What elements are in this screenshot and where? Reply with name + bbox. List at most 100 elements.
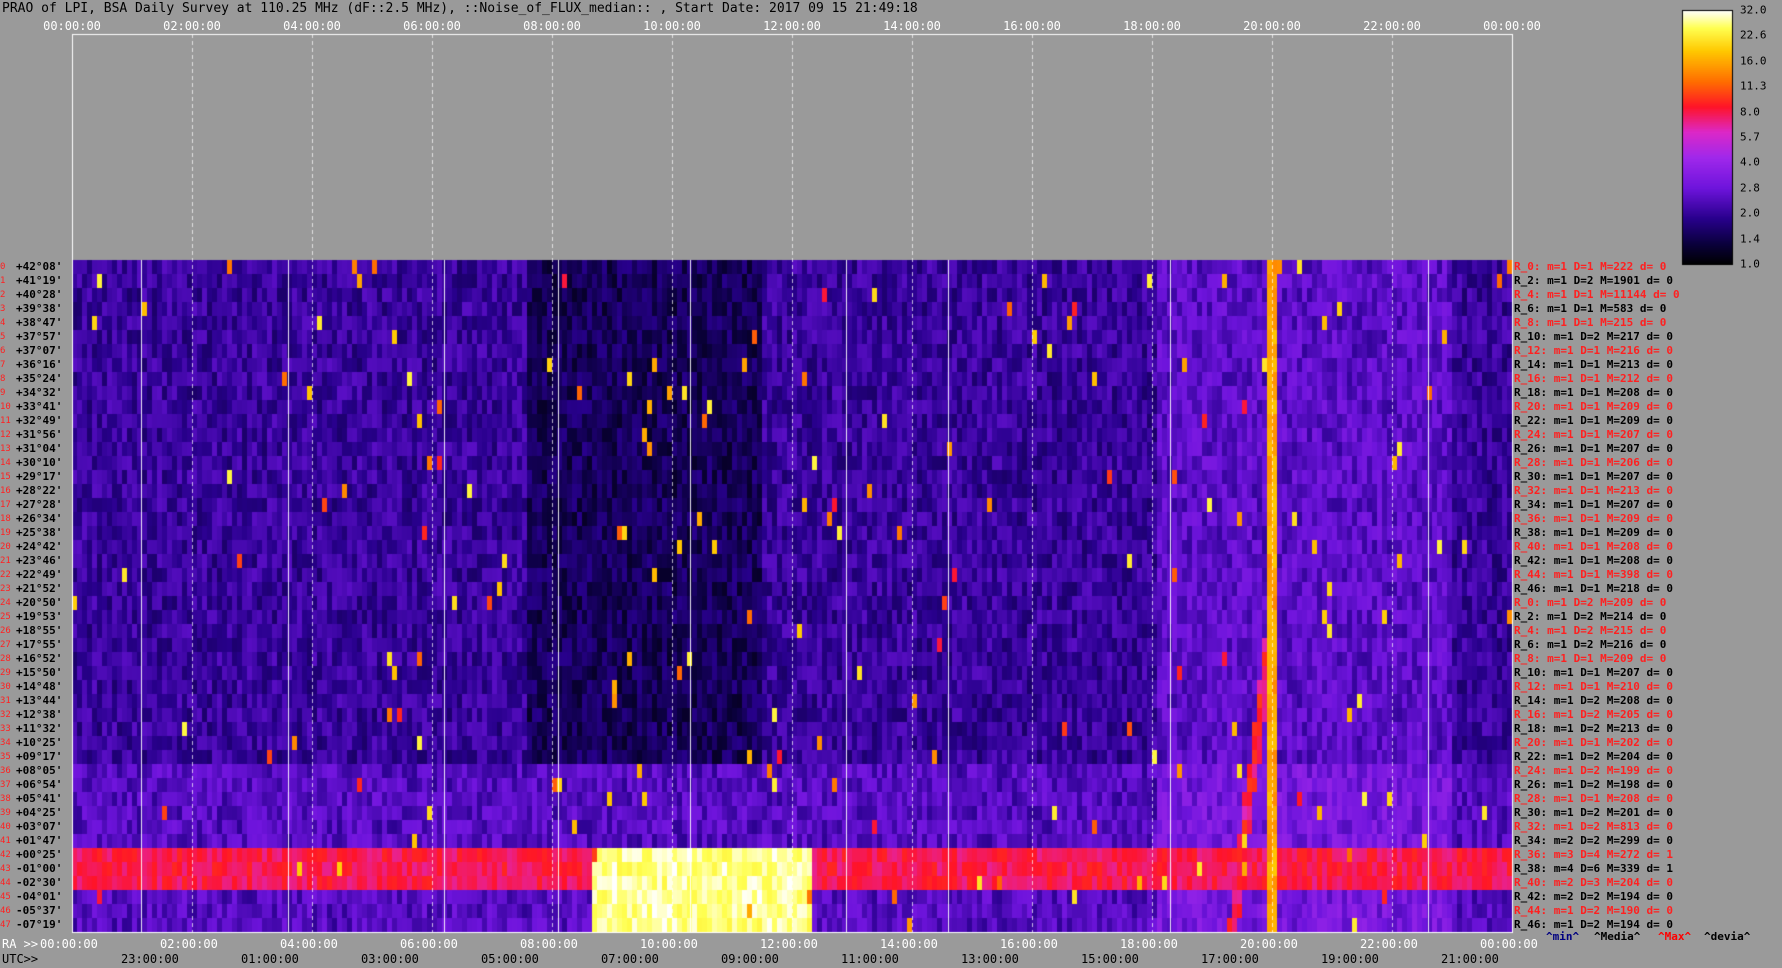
top-axis-tick: 14:00:00 [883,19,941,33]
declination-label: +31°04' [16,442,63,455]
declination-label: +29°17' [16,470,63,483]
row-index-label: 1 [0,276,6,286]
row-stat: R_24: m=1 D=2 M=199 d= 0 [1514,764,1673,777]
top-axis-tick: 22:00:00 [1363,19,1421,33]
top-axis-tick: 16:00:00 [1003,19,1061,33]
row-stat: R_4: m=1 D=2 M=215 d= 0 [1514,624,1667,637]
declination-label: +39°38' [16,302,63,315]
top-axis-tick: 06:00:00 [403,19,461,33]
top-axis-tick: 00:00:00 [43,19,101,33]
row-index-label: 6 [0,346,6,356]
declination-label: +35°24' [16,372,63,385]
legend-max: ^Max^ [1658,930,1692,943]
utc-tick: 05:00:00 [481,952,539,966]
row-index-label: 14 [0,458,11,468]
declination-label: +30°10' [16,456,63,469]
declination-label: +06°54' [16,778,63,791]
row-index-label: 37 [0,780,11,790]
ra-tick: 20:00:00 [1240,937,1298,951]
row-stat: R_20: m=1 D=1 M=209 d= 0 [1514,400,1673,413]
declination-label: +27°28' [16,498,63,511]
row-index-label: 28 [0,654,11,664]
row-stat: R_28: m=1 D=1 M=208 d= 0 [1514,792,1673,805]
ra-tick: 02:00:00 [160,937,218,951]
ra-tick: 22:00:00 [1360,937,1418,951]
ra-tick: 12:00:00 [760,937,818,951]
top-axis-tick: 00:00:00 [1483,19,1541,33]
row-stat: R_14: m=1 D=2 M=208 d= 0 [1514,694,1673,707]
row-index-label: 39 [0,808,11,818]
row-stat: R_30: m=1 D=2 M=201 d= 0 [1514,806,1673,819]
ra-tick: 00:00:00 [40,937,98,951]
row-stat: R_22: m=1 D=2 M=204 d= 0 [1514,750,1673,763]
row-stat: R_44: m=1 D=2 M=190 d= 0 [1514,904,1673,917]
declination-label: +04°25' [16,806,63,819]
row-stat: R_2: m=1 D=2 M=1901 d= 0 [1514,274,1673,287]
declination-label: +11°32' [16,722,63,735]
row-index-label: 19 [0,528,11,538]
colorbar-tick: 22.6 [1740,28,1767,42]
colorbar-tick: 1.0 [1740,257,1760,271]
row-index-label: 26 [0,626,11,636]
row-stat: R_38: m=4 D=6 M=339 d= 1 [1514,862,1673,875]
declination-label: +32°49' [16,414,63,427]
row-stat: R_26: m=1 D=1 M=207 d= 0 [1514,442,1673,455]
row-stat: R_4: m=1 D=1 M=11144 d= 0 [1514,288,1680,301]
row-index-label: 20 [0,542,11,552]
row-stat: R_20: m=1 D=1 M=202 d= 0 [1514,736,1673,749]
declination-label: +16°52' [16,652,63,665]
declination-label: +40°28' [16,288,63,301]
row-index-label: 21 [0,556,11,566]
row-stat: R_12: m=1 D=1 M=216 d= 0 [1514,344,1673,357]
declination-label: +42°08' [16,260,63,273]
utc-tick: 07:00:00 [601,952,659,966]
row-index-label: 18 [0,514,11,524]
row-stat: R_36: m=1 D=1 M=209 d= 0 [1514,512,1673,525]
row-stat: R_10: m=1 D=2 M=217 d= 0 [1514,330,1673,343]
row-index-label: 12 [0,430,11,440]
row-stat: R_16: m=1 D=1 M=212 d= 0 [1514,372,1673,385]
ra-tick: 16:00:00 [1000,937,1058,951]
declination-label: +13°44' [16,694,63,707]
row-stat: R_6: m=1 D=1 M=583 d= 0 [1514,302,1667,315]
row-stat: R_16: m=1 D=2 M=205 d= 0 [1514,708,1673,721]
row-stat: R_42: m=2 D=2 M=194 d= 0 [1514,890,1673,903]
row-index-label: 25 [0,612,11,622]
declination-label: +14°48' [16,680,63,693]
utc-tick: 01:00:00 [241,952,299,966]
declination-label: +09°17' [16,750,63,763]
row-index-label: 9 [0,388,6,398]
declination-label: +20°50' [16,596,63,609]
declination-label: +38°47' [16,316,63,329]
row-index-label: 46 [0,906,11,916]
row-index-label: 3 [0,304,6,314]
declination-label: +36°16' [16,358,63,371]
declination-label: +12°38' [16,708,63,721]
row-stat: R_2: m=1 D=2 M=214 d= 0 [1514,610,1667,623]
declination-label: +37°57' [16,330,63,343]
declination-label: +24°42' [16,540,63,553]
row-stat: R_42: m=1 D=1 M=208 d= 0 [1514,554,1673,567]
row-index-label: 7 [0,360,6,370]
declination-label: -05°37' [16,904,63,917]
ra-tick: 00:00:00 [1480,937,1538,951]
row-index-label: 29 [0,668,11,678]
row-index-label: 2 [0,290,6,300]
declination-label: +34°32' [16,386,63,399]
row-index-label: 34 [0,738,11,748]
row-stat: R_14: m=1 D=1 M=213 d= 0 [1514,358,1673,371]
row-stat: R_24: m=1 D=1 M=207 d= 0 [1514,428,1673,441]
row-index-label: 27 [0,640,11,650]
legend-min: ^min^ [1546,930,1580,943]
colorbar-tick: 2.8 [1740,181,1760,195]
colorbar-tick: 8.0 [1740,105,1760,119]
row-index-label: 47 [0,920,11,930]
row-stat: R_22: m=1 D=1 M=209 d= 0 [1514,414,1673,427]
declination-label: +00°25' [16,848,63,861]
chart-title: PRAO of LPI, BSA Daily Survey at 110.25 … [2,1,918,16]
row-index-label: 8 [0,374,6,384]
row-stat: R_0: m=1 D=2 M=209 d= 0 [1514,596,1667,609]
row-stat: R_36: m=3 D=4 M=272 d= 1 [1514,848,1673,861]
declination-label: +05°41' [16,792,63,805]
top-axis-tick: 08:00:00 [523,19,581,33]
